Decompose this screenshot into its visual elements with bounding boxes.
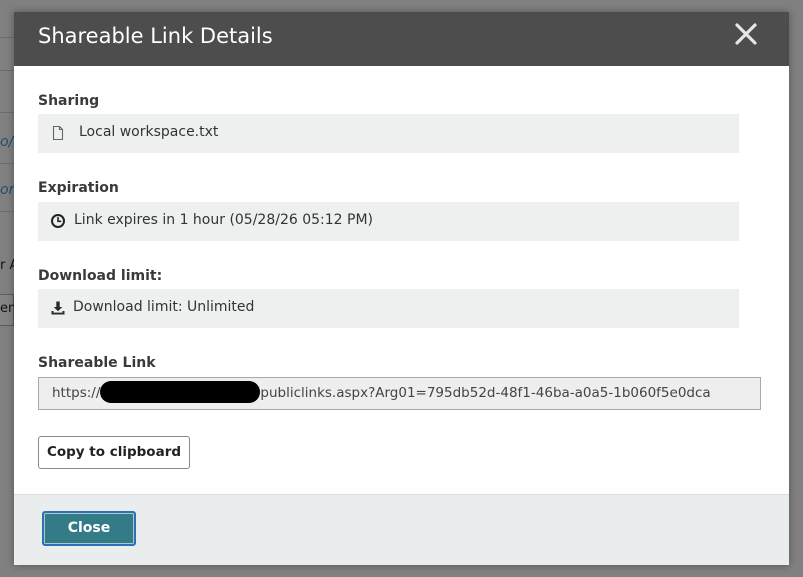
background-divider — [0, 112, 14, 113]
background-link-text: ork — [0, 182, 14, 198]
shareable-link-dialog: Shareable Link Details Sharing Local wor… — [14, 12, 789, 565]
close-button[interactable]: Close — [42, 511, 136, 546]
download-icon — [50, 300, 66, 316]
sharing-label: Sharing — [38, 93, 100, 109]
shareable-link-input[interactable]: https:// publiclinks.aspx?Arg01=795db52d-… — [38, 377, 761, 410]
document-icon — [50, 125, 66, 141]
dialog-footer: Close — [14, 494, 789, 565]
dialog-title: Shareable Link Details — [38, 24, 273, 48]
redaction-mark — [100, 380, 261, 403]
copy-to-clipboard-button[interactable]: Copy to clipboard — [38, 436, 190, 469]
shareable-link-label: Shareable Link — [38, 355, 156, 371]
close-x-icon[interactable] — [733, 21, 759, 47]
expiration-label: Expiration — [38, 180, 119, 196]
sharing-value: Local workspace.txt — [79, 124, 219, 140]
background-divider — [0, 70, 14, 71]
download-limit-label: Download limit: — [38, 268, 163, 284]
background-label-text: r A — [0, 258, 14, 273]
expiration-field: Link expires in 1 hour (05/28/26 05:12 P… — [38, 202, 739, 241]
download-limit-field: Download limit: Unlimited — [38, 289, 739, 328]
shareable-link-suffix: publiclinks.aspx?Arg01=795db52d-48f1-46b… — [260, 385, 711, 401]
shareable-link-prefix: https:// — [52, 385, 101, 401]
download-limit-value: Download limit: Unlimited — [73, 299, 255, 315]
sharing-field: Local workspace.txt — [38, 114, 739, 153]
background-divider — [0, 37, 14, 38]
background-input-text: en — [0, 301, 14, 316]
dialog-header: Shareable Link Details — [14, 12, 789, 66]
background-link-text: o/l — [0, 134, 14, 150]
background-divider — [0, 211, 14, 212]
clock-icon — [50, 213, 66, 229]
expiration-value: Link expires in 1 hour (05/28/26 05:12 P… — [74, 212, 374, 228]
background-divider — [0, 163, 14, 164]
